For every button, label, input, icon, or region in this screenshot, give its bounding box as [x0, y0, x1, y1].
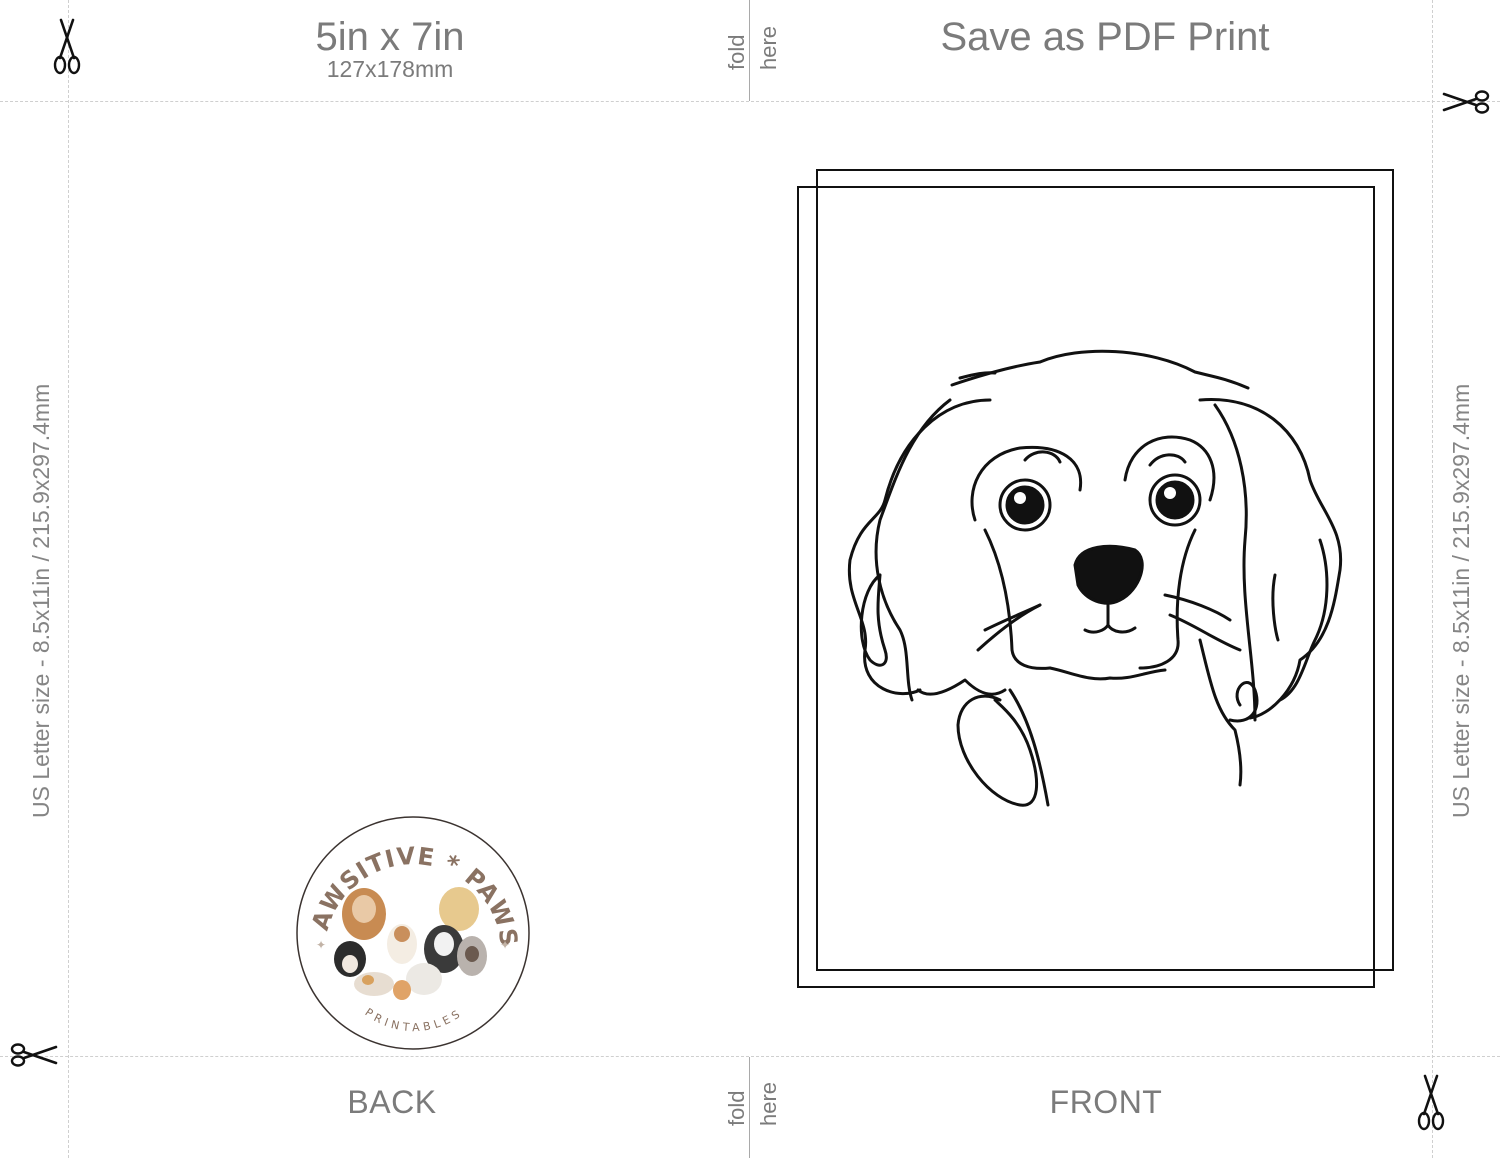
fold-label-top: fold	[724, 34, 749, 70]
scissors-icon	[1416, 1074, 1446, 1132]
cut-line-top	[0, 101, 1500, 102]
cut-line-left	[68, 0, 69, 1158]
scissors-icon	[1442, 90, 1490, 114]
front-card-art	[790, 162, 1402, 994]
svg-text:✦: ✦	[316, 938, 326, 952]
cut-line-right	[1432, 0, 1433, 1158]
paper-size-label-left: US Letter size - 8.5x11in / 215.9x297.4m…	[28, 383, 54, 818]
front-panel-label: FRONT	[1049, 1084, 1163, 1120]
here-label-top: here	[756, 25, 781, 70]
scissors-icon	[10, 1043, 58, 1067]
scissors-icon	[52, 18, 82, 76]
back-panel-label: BACK	[347, 1084, 437, 1120]
dog-line-art	[847, 349, 1343, 807]
card-size-mm: 127x178mm	[326, 56, 454, 82]
print-instruction: Save as PDF Print	[940, 15, 1270, 59]
svg-text:✦: ✦	[500, 938, 510, 952]
pawsitive-paws-logo: PAWSITIVE * PAWS PRINTABLES ✦ ✦	[294, 814, 532, 1052]
paper-size-label-right: US Letter size - 8.5x11in / 215.9x297.4m…	[1448, 383, 1474, 818]
here-label-bottom: here	[756, 1081, 781, 1126]
fold-label-bottom: fold	[724, 1090, 749, 1126]
card-size-title: 5in x 7in	[315, 15, 465, 59]
cut-line-bottom	[0, 1056, 1500, 1057]
